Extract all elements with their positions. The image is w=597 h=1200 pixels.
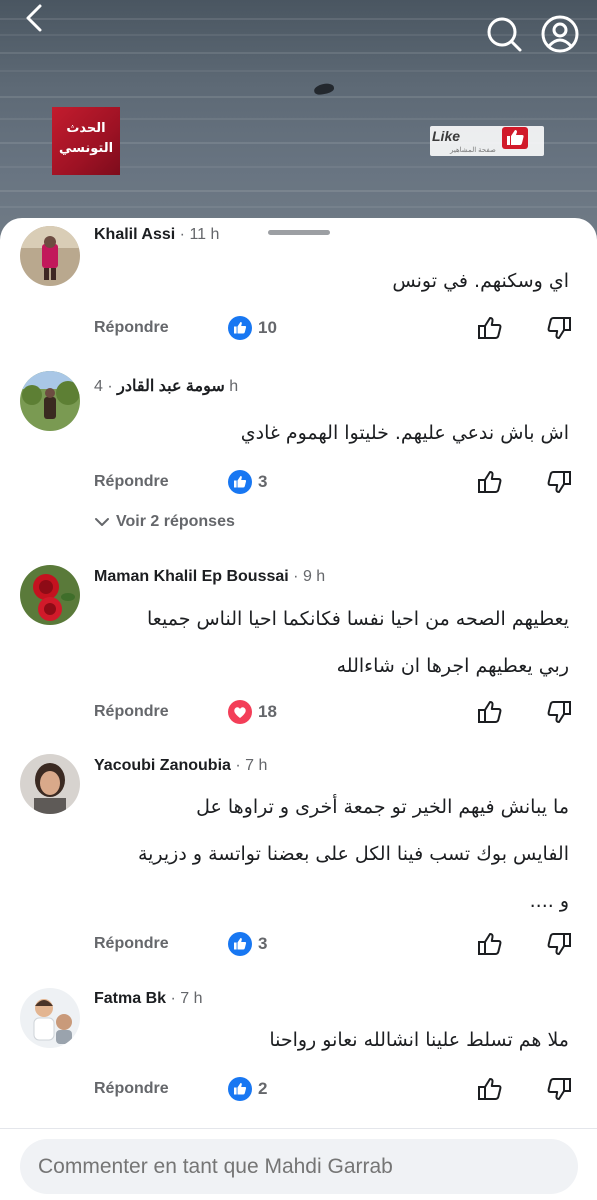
chevron-left-icon [26, 4, 42, 32]
search-button[interactable] [484, 14, 524, 54]
comment-time: 7 h [245, 757, 268, 774]
avatar[interactable] [20, 565, 80, 625]
comment-text: ملا هم تسلط علينا انشالله نعانو رواحنا [269, 1029, 569, 1051]
channel-logo: الحدث التونسي [52, 107, 120, 175]
thumbs-up-icon[interactable] [476, 314, 504, 342]
thumbs-down-icon[interactable] [545, 468, 573, 496]
comment-text: اش باش ندعي عليهم. خليتوا الهموم غادي [240, 422, 569, 444]
love-reaction-icon [228, 700, 252, 724]
thumbs-down-icon[interactable] [545, 698, 573, 726]
comment-actions: Répondre 10 [0, 312, 597, 346]
video-subject [313, 82, 335, 96]
reaction-count[interactable]: 2 [258, 1079, 267, 1099]
comment-author[interactable]: Maman Khalil Ep Boussai [94, 568, 289, 585]
comment-text: يعطيهم الصحه من احيا نفسا فكانكما احيا ا… [147, 608, 569, 677]
like-reaction-icon [228, 932, 252, 956]
reply-button[interactable]: Répondre [94, 935, 169, 953]
watermark-thumb-icon [502, 127, 528, 149]
comment-text: اي وسكنهم. في تونس [392, 270, 569, 292]
reaction-count[interactable]: 18 [258, 702, 277, 722]
video-player[interactable]: الحدث التونسي Like صفحة المشاهير [0, 0, 597, 240]
like-reaction-icon [228, 1077, 252, 1101]
comment-actions: Répondre 18 [0, 696, 597, 730]
sheet-drag-handle[interactable] [268, 230, 330, 235]
reaction-count[interactable]: 3 [258, 472, 267, 492]
watermark-like-text: Like [432, 128, 461, 144]
comments-sheet: Khalil Assi · 11 h اي وسكنهم. في تونس Ré… [0, 218, 597, 1200]
channel-logo-line2: التونسي [58, 141, 114, 156]
reply-button[interactable]: Répondre [94, 1080, 169, 1098]
like-reaction-icon [228, 470, 252, 494]
thumbs-up-icon[interactable] [476, 698, 504, 726]
reply-button[interactable]: Répondre [94, 319, 169, 337]
channel-logo-line1: الحدث [66, 121, 106, 136]
chevron-down-icon [95, 517, 109, 526]
reaction-count[interactable]: 10 [258, 318, 277, 338]
comment-actions: Répondre 2 [0, 1073, 597, 1107]
like-watermark: Like صفحة المشاهير [430, 126, 544, 156]
comment-header: Maman Khalil Ep Boussai · 9 h [94, 568, 326, 585]
view-replies-button[interactable]: Voir 2 réponses [94, 513, 235, 531]
watermark-sub-text: صفحة المشاهير [450, 147, 496, 154]
thumbs-up-icon[interactable] [476, 1075, 504, 1103]
comment-composer-input[interactable] [20, 1139, 578, 1194]
comment-header: Khalil Assi · 11 h [94, 226, 220, 243]
thumbs-up-icon[interactable] [476, 468, 504, 496]
comment-header: سومة عبد القادر · 4 h [94, 378, 239, 395]
comment-time: 7 h [180, 990, 203, 1007]
thumbs-down-icon[interactable] [545, 314, 573, 342]
thumbs-down-icon[interactable] [545, 1075, 573, 1103]
back-button[interactable] [16, 2, 52, 38]
thumbs-down-icon[interactable] [545, 930, 573, 958]
comment-time: 9 h [302, 568, 326, 585]
comment-author[interactable]: سومة عبد القادر [117, 378, 225, 395]
user-circle-icon [541, 15, 579, 53]
profile-button[interactable] [540, 14, 580, 54]
search-icon [487, 17, 522, 52]
comment-actions: Répondre 3 [0, 928, 597, 962]
comment-header: Yacoubi Zanoubia · 7 h [94, 757, 268, 774]
reply-button[interactable]: Répondre [94, 703, 169, 721]
avatar[interactable] [20, 754, 80, 814]
comment-text: ما يبانش فيهم الخير تو جمعة أخرى و تراوه… [137, 796, 569, 912]
avatar[interactable] [20, 371, 80, 431]
like-reaction-icon [228, 316, 252, 340]
comment-author[interactable]: Khalil Assi [94, 226, 175, 243]
comment-author[interactable]: Fatma Bk [94, 990, 166, 1007]
reply-button[interactable]: Répondre [94, 473, 169, 491]
avatar[interactable] [20, 988, 80, 1048]
comment-actions: Répondre 3 [0, 466, 597, 500]
reaction-count[interactable]: 3 [258, 934, 267, 954]
comment-time: 11 h [189, 226, 220, 243]
view-replies-label: Voir 2 réponses [116, 513, 235, 530]
thumbs-up-icon[interactable] [476, 930, 504, 958]
composer-divider [0, 1128, 597, 1129]
comment-author[interactable]: Yacoubi Zanoubia [94, 757, 231, 774]
comment-header: Fatma Bk · 7 h [94, 990, 203, 1007]
avatar[interactable] [20, 226, 80, 286]
